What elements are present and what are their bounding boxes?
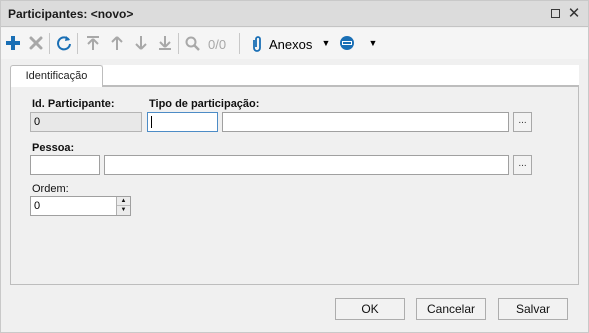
pessoa-lookup-button[interactable]: ... [513, 155, 532, 175]
toolbar: 0/0 Anexos ▼ ▼ [1, 28, 588, 59]
refresh-icon[interactable] [55, 34, 73, 52]
pessoa-code-input[interactable] [30, 155, 100, 175]
title-bar: Participantes: <novo> ✕ [1, 1, 588, 27]
toolbar-separator [77, 33, 78, 54]
tipo-participacao-lookup-button[interactable]: ... [513, 112, 532, 132]
close-button[interactable]: ✕ [566, 5, 582, 21]
tipo-participacao-label: Tipo de participação: [149, 98, 260, 110]
chevron-down-icon[interactable]: ▼ [364, 34, 382, 52]
next-record-icon[interactable] [132, 34, 150, 52]
spinner-buttons: ▲ ▼ [116, 197, 130, 215]
ordem-spinner[interactable]: 0 ▲ ▼ [30, 196, 131, 216]
tab-identificacao[interactable]: Identificação [10, 65, 103, 87]
ordem-label: Ordem: [32, 183, 69, 195]
delete-icon[interactable] [27, 34, 45, 52]
toolbar-separator [178, 33, 179, 54]
attachments-label[interactable]: Anexos [269, 37, 312, 52]
text-caret [151, 116, 152, 128]
record-counter: 0/0 [208, 37, 227, 52]
id-participante-label: Id. Participante: [32, 98, 115, 110]
maximize-icon [550, 8, 560, 18]
save-button[interactable]: Salvar [498, 298, 568, 320]
paperclip-icon[interactable] [248, 34, 266, 52]
search-icon[interactable] [183, 34, 201, 52]
pessoa-description-field[interactable] [104, 155, 509, 175]
toolbar-separator [49, 33, 50, 54]
spinner-up-icon[interactable]: ▲ [117, 197, 130, 206]
report-icon[interactable] [338, 34, 356, 52]
maximize-button[interactable] [547, 5, 563, 21]
ok-button[interactable]: OK [335, 298, 405, 320]
window-title: Participantes: <novo> [8, 7, 134, 21]
dialog-window: Participantes: <novo> ✕ 0/0 Anexos ▼ ▼ I… [0, 0, 589, 333]
last-record-icon[interactable] [156, 34, 174, 52]
close-icon: ✕ [567, 4, 581, 22]
tab-strip [103, 65, 579, 86]
toolbar-separator [239, 33, 240, 54]
previous-record-icon[interactable] [108, 34, 126, 52]
first-record-icon[interactable] [84, 34, 102, 52]
pessoa-label: Pessoa: [32, 142, 75, 154]
id-participante-field: 0 [30, 112, 142, 132]
chevron-down-icon[interactable]: ▼ [317, 34, 335, 52]
spinner-down-icon[interactable]: ▼ [117, 206, 130, 215]
plus-icon[interactable] [4, 34, 22, 52]
tipo-participacao-code-input[interactable] [147, 112, 218, 132]
tipo-participacao-description-field[interactable] [222, 112, 509, 132]
cancel-button[interactable]: Cancelar [416, 298, 486, 320]
